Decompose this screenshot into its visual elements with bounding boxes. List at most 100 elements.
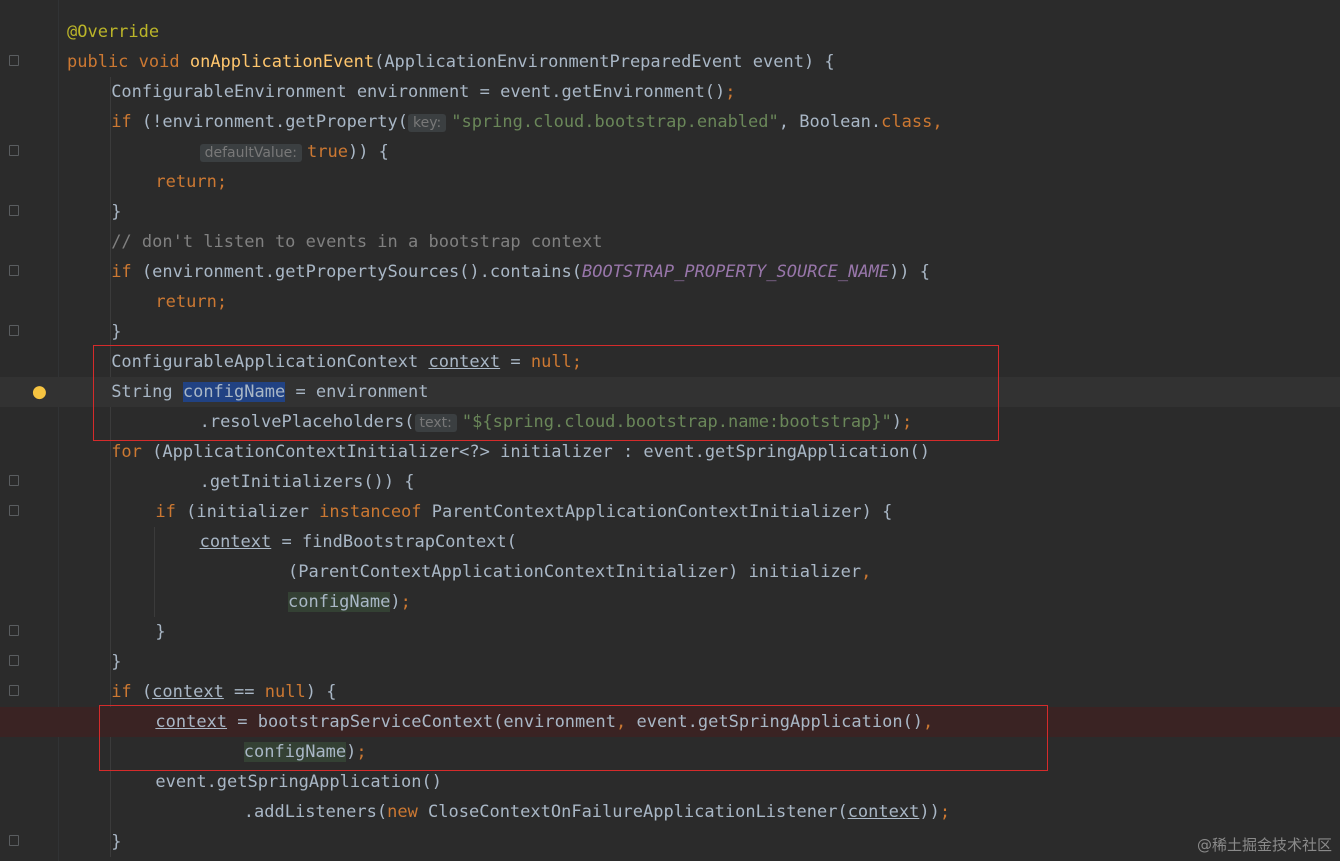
code-token[interactable]: } (155, 622, 165, 642)
keyword-token[interactable]: for (111, 442, 152, 462)
code-token[interactable]: ) (346, 742, 356, 762)
code-line[interactable]: .resolvePlaceholders(text: "${spring.clou… (0, 407, 1340, 437)
fold-marker-icon[interactable] (9, 265, 19, 276)
code-line[interactable]: context = bootstrapServiceContext(enviro… (0, 707, 1340, 737)
keyword-token[interactable]: new (387, 802, 428, 822)
code-line-content[interactable]: } (111, 317, 121, 347)
code-line-content[interactable]: context = bootstrapServiceContext(enviro… (155, 707, 933, 737)
code-line-content[interactable]: (ParentContextApplicationContextInitiali… (288, 557, 871, 587)
code-line[interactable]: context = findBootstrapContext( (0, 527, 1340, 557)
code-token[interactable]: (ParentContextApplicationContextInitiali… (288, 562, 861, 582)
keyword-token[interactable]: class (881, 112, 932, 132)
fold-marker-icon[interactable] (9, 505, 19, 516)
constant-token[interactable]: BOOTSTRAP_PROPERTY_SOURCE_NAME (582, 262, 889, 282)
code-line[interactable]: .addListeners(new CloseContextOnFailureA… (0, 797, 1340, 827)
keyword-token[interactable]: , (616, 712, 636, 732)
method-name-token[interactable]: onApplicationEvent (190, 52, 374, 72)
code-line-content[interactable]: if (!environment.getProperty(key: "spring… (111, 107, 943, 138)
code-token[interactable]: } (111, 652, 121, 672)
code-token[interactable]: Boolean. (799, 112, 881, 132)
code-line-content[interactable]: .resolvePlaceholders(text: "${spring.clou… (200, 407, 912, 438)
code-token[interactable]: = environment (285, 382, 428, 402)
code-line-content[interactable]: return; (155, 287, 227, 317)
code-line[interactable]: ConfigurableEnvironment environment = ev… (0, 77, 1340, 107)
keyword-token[interactable]: if (155, 502, 186, 522)
field-reference-token[interactable]: context (200, 532, 272, 552)
keyword-token[interactable]: ; (902, 412, 912, 432)
field-reference-token[interactable]: context (152, 682, 224, 702)
keyword-token[interactable]: , (861, 562, 871, 582)
code-line-content[interactable]: ConfigurableApplicationContext context =… (111, 347, 582, 377)
fold-marker-icon[interactable] (9, 625, 19, 636)
keyword-token[interactable]: void (139, 52, 190, 72)
code-token[interactable]: event.getSpringApplication() (155, 772, 442, 792)
code-token[interactable]: ParentContextApplicationContextInitializ… (432, 502, 893, 522)
code-token[interactable]: } (111, 832, 121, 852)
code-editor[interactable]: @Override public void onApplicationEvent(… (0, 0, 1340, 861)
keyword-token[interactable]: ; (401, 592, 411, 612)
code-token[interactable]: String (111, 382, 183, 402)
code-token[interactable]: (ApplicationEnvironmentPreparedEvent eve… (374, 52, 835, 72)
identifier-reference[interactable]: configName (243, 742, 347, 762)
selected-identifier[interactable]: configName (182, 382, 286, 402)
code-line[interactable]: ConfigurableApplicationContext context =… (0, 347, 1340, 377)
keyword-token[interactable]: if (111, 112, 142, 132)
keyword-token[interactable]: ; (725, 82, 735, 102)
code-line[interactable]: String configName = environment ● (0, 377, 1340, 407)
code-token[interactable]: (ApplicationContextInitializer<?> initia… (152, 442, 930, 462)
code-line[interactable]: } (0, 317, 1340, 347)
code-line-content[interactable]: configName); (288, 587, 411, 617)
code-token[interactable]: ) (390, 592, 400, 612)
code-line[interactable]: } (0, 197, 1340, 227)
keyword-token[interactable]: if (111, 262, 142, 282)
code-line[interactable]: configName); (0, 737, 1340, 767)
keyword-token[interactable]: ; (572, 352, 582, 372)
code-line-content[interactable]: event.getSpringApplication() (155, 767, 442, 797)
code-line-content[interactable]: if (environment.getPropertySources().con… (111, 257, 930, 287)
keyword-token[interactable]: instanceof (319, 502, 432, 522)
keyword-token[interactable]: ; (356, 742, 366, 762)
code-line[interactable]: for (ApplicationContextInitializer<?> in… (0, 437, 1340, 467)
code-line-content[interactable]: .addListeners(new CloseContextOnFailureA… (244, 797, 950, 827)
code-line-content[interactable]: for (ApplicationContextInitializer<?> in… (111, 437, 930, 467)
code-token[interactable]: ConfigurableEnvironment environment = ev… (111, 82, 725, 102)
code-token[interactable]: )) (919, 802, 939, 822)
string-literal-token[interactable]: "${spring.cloud.bootstrap.name:bootstrap… (462, 412, 892, 432)
keyword-token[interactable]: if (111, 682, 142, 702)
code-line[interactable]: } (0, 617, 1340, 647)
keyword-token[interactable]: null (265, 682, 306, 702)
code-line[interactable]: configName); (0, 587, 1340, 617)
fold-marker-icon[interactable] (9, 145, 19, 156)
code-line-content[interactable]: if (initializer instanceof ParentContext… (155, 497, 892, 527)
code-line-content[interactable]: @Override (67, 17, 159, 47)
code-token[interactable]: .resolvePlaceholders( (200, 412, 415, 432)
code-line[interactable]: (ParentContextApplicationContextInitiali… (0, 557, 1340, 587)
code-line[interactable]: .getInitializers()) { (0, 467, 1340, 497)
code-line-content[interactable]: defaultValue: true)) { (199, 137, 389, 168)
fold-marker-icon[interactable] (9, 685, 19, 696)
code-token[interactable]: event.getSpringApplication() (636, 712, 923, 732)
code-token[interactable]: )) { (348, 142, 389, 162)
code-line-content[interactable]: context = findBootstrapContext( (200, 527, 517, 557)
fold-marker-icon[interactable] (9, 325, 19, 336)
fold-marker-icon[interactable] (9, 475, 19, 486)
string-literal-token[interactable]: "spring.cloud.bootstrap.enabled" (451, 112, 779, 132)
code-line-content[interactable]: public void onApplicationEvent(Applicati… (67, 47, 835, 77)
comment-token[interactable]: // don't listen to events in a bootstrap… (111, 232, 602, 252)
keyword-token[interactable]: , (923, 712, 933, 732)
code-line[interactable]: if (context == null) { (0, 677, 1340, 707)
code-token[interactable]: = (500, 352, 531, 372)
keyword-token[interactable]: ; (217, 292, 227, 312)
code-line-content[interactable]: } (155, 617, 165, 647)
code-line[interactable]: // don't listen to events in a bootstrap… (0, 227, 1340, 257)
lightbulb-icon[interactable]: ● (32, 382, 47, 402)
fold-marker-icon[interactable] (9, 655, 19, 666)
code-line[interactable]: public void onApplicationEvent(Applicati… (0, 47, 1340, 77)
code-line-content[interactable]: } (111, 827, 121, 857)
field-reference-token[interactable]: context (428, 352, 500, 372)
code-token[interactable]: ) (892, 412, 902, 432)
code-line[interactable]: if (initializer instanceof ParentContext… (0, 497, 1340, 527)
code-line[interactable]: event.getSpringApplication() (0, 767, 1340, 797)
code-line[interactable]: @Override (0, 17, 1340, 47)
code-line-content[interactable]: .getInitializers()) { (200, 467, 415, 497)
